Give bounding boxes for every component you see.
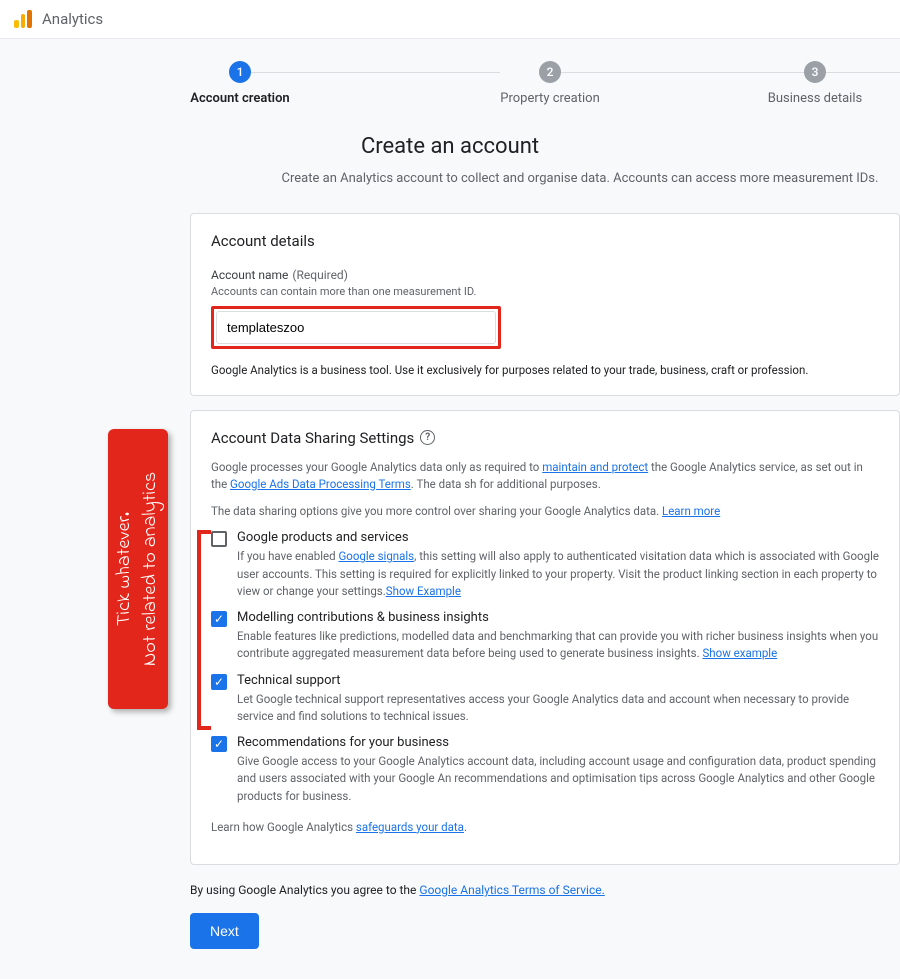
agree-text: By using Google Analytics you agree to t… [190, 883, 900, 897]
help-icon[interactable]: ? [420, 430, 435, 445]
page-subtitle: Create an Analytics account to collect a… [280, 169, 880, 189]
checkbox-google-products: Google products and services If you have… [211, 530, 879, 600]
field-label: Account name [211, 268, 288, 282]
link-google-signals[interactable]: Google signals [338, 549, 414, 563]
annotation-text: Tick whatever. Not related to analytics [112, 472, 164, 666]
next-button[interactable]: Next [190, 913, 259, 949]
step-label: Account creation [190, 91, 289, 106]
link-safeguards[interactable]: safeguards your data [356, 820, 464, 834]
stepper: 1 Account creation 2 Property creation 3… [0, 39, 900, 116]
checkbox-desc: Let Google technical support representat… [237, 691, 879, 726]
link-terms-of-service[interactable]: Google Analytics Terms of Service. [419, 883, 604, 897]
checkbox-title: Recommendations for your business [237, 735, 879, 750]
card-title: Account details [211, 232, 879, 250]
checkbox[interactable]: ✓ [211, 674, 227, 690]
analytics-logo-icon [14, 10, 32, 28]
checkbox[interactable]: ✓ [211, 611, 227, 627]
app-header: Analytics [0, 0, 900, 39]
checkbox[interactable] [211, 531, 227, 547]
step-label: Property creation [500, 91, 600, 106]
hero-section: Create an account Create an Analytics ac… [0, 116, 900, 199]
app-name: Analytics [42, 10, 103, 28]
link-maintain-protect[interactable]: maintain and protect [542, 460, 648, 474]
checkbox-desc: Enable features like predictions, modell… [237, 628, 879, 663]
step-account-creation: 1 Account creation [110, 61, 370, 106]
sharing-intro-2: The data sharing options give you more c… [211, 503, 879, 520]
link-show-example[interactable]: Show example [702, 646, 777, 660]
field-sublabel: Accounts can contain more than one measu… [211, 285, 879, 298]
required-hint: (Required) [292, 268, 347, 282]
card-title: Account Data Sharing Settings [211, 429, 414, 447]
sharing-intro-1: Google processes your Google Analytics d… [211, 459, 879, 494]
link-data-processing-terms[interactable]: Google Ads Data Processing Terms [230, 477, 411, 491]
checkbox-title: Modelling contributions & business insig… [237, 610, 879, 625]
annotation-callout: Tick whatever. Not related to analytics [108, 429, 168, 709]
checkbox-title: Technical support [237, 673, 879, 688]
step-business-details: 3 Business details [730, 61, 900, 106]
checkbox-recommendations: ✓ Recommendations for your business Give… [211, 735, 879, 805]
safeguards-text: Learn how Google Analytics safeguards yo… [211, 819, 879, 836]
checkbox-technical-support: ✓ Technical support Let Google technical… [211, 673, 879, 726]
step-number: 1 [229, 61, 251, 83]
checkbox-desc: Give Google access to your Google Analyt… [237, 753, 879, 805]
data-sharing-card: Account Data Sharing Settings ? Google p… [190, 410, 900, 866]
step-label: Business details [768, 91, 862, 106]
account-name-input[interactable] [216, 311, 496, 344]
link-learn-more[interactable]: Learn more [662, 504, 720, 518]
annotation-bracket-icon [197, 530, 211, 730]
account-name-highlight [211, 306, 501, 349]
step-number: 3 [804, 61, 826, 83]
disclaimer-text: Google Analytics is a business tool. Use… [211, 363, 879, 377]
checkbox-desc: If you have enabled Google signals, this… [237, 548, 879, 600]
checkbox[interactable]: ✓ [211, 736, 227, 752]
checkbox-modelling: ✓ Modelling contributions & business ins… [211, 610, 879, 663]
link-show-example[interactable]: Show Example [386, 584, 461, 598]
checkbox-title: Google products and services [237, 530, 879, 545]
account-details-card: Account details Account name (Required) … [190, 213, 900, 396]
step-property-creation: 2 Property creation [370, 61, 730, 106]
page-title: Create an account [20, 134, 880, 159]
step-number: 2 [539, 61, 561, 83]
